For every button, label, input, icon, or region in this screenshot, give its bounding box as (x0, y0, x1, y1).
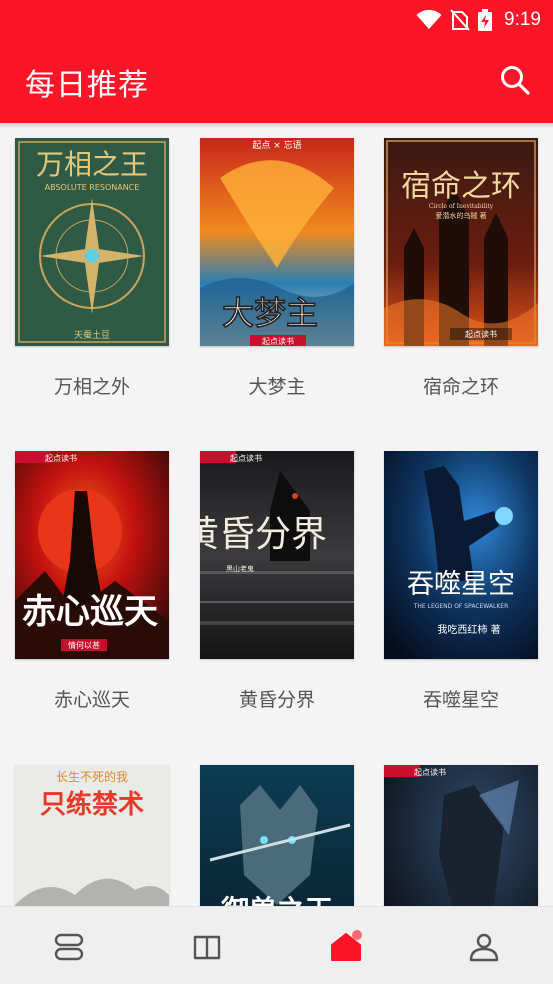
book-open-icon[interactable] (187, 927, 227, 967)
book-card[interactable]: 宿命之环 Circle of Inevitability 爱潜水的乌贼 著 起点… (384, 138, 538, 399)
book-cover[interactable]: 起点读书 赤心巡天 情何以甚 (15, 451, 169, 659)
status-time: 9:19 (504, 9, 541, 30)
recommend-home-icon[interactable] (326, 927, 366, 967)
book-card[interactable]: 起点读书 (384, 765, 538, 906)
cover-title-text: 大梦主 (222, 294, 318, 332)
status-bar: 9:19 (416, 8, 541, 32)
cover-subtitle-text: ABSOLUTE RESONANCE (45, 183, 140, 192)
battery-charging-icon (478, 9, 493, 31)
cover-top-text: 起点 × 忘语 (252, 139, 301, 151)
cover-subtitle-text: THE LEGEND OF SPACEWALKER (413, 603, 509, 610)
cover-badge-text: 起点读书 (230, 453, 262, 463)
book-card[interactable]: 万相之王 ABSOLUTE RESONANCE 天蚕土豆 万相之外 (15, 138, 169, 399)
cover-badge-text: 起点读书 (465, 329, 497, 339)
bookshelf-icon[interactable] (49, 927, 89, 967)
cover-title-text: 万相之王 (36, 148, 148, 181)
cover-badge-text: 起点读书 (45, 453, 77, 463)
book-cover[interactable]: 御兽之王 (200, 765, 354, 906)
book-title[interactable]: 宿命之环 (384, 372, 538, 399)
cover-author-text: 天蚕土豆 (74, 329, 110, 341)
cover-author-text: 我吃西红柿 著 (437, 623, 500, 636)
no-sim-icon (450, 9, 470, 31)
book-cover[interactable]: 起点 × 忘语 大梦主 起点读书 (200, 138, 354, 346)
book-cover[interactable]: 吞噬星空 THE LEGEND OF SPACEWALKER 我吃西红柿 著 (384, 451, 538, 659)
book-title[interactable]: 万相之外 (15, 372, 169, 399)
cover-subtitle-text: Circle of Inevitability (429, 203, 494, 210)
cover-title-text: 只练禁术 (40, 789, 144, 820)
bottom-navigation (0, 906, 553, 984)
cover-badge-text: 起点读书 (262, 336, 294, 346)
cover-title-text: 赤心巡天 (22, 592, 158, 632)
book-cover[interactable]: 长生不死的我 只练禁术 (15, 765, 169, 906)
book-card[interactable]: 起点读书 黄昏分界 黑山老鬼 黄昏分界 (200, 451, 354, 712)
page-title: 每日推荐 (25, 68, 149, 103)
cover-title-text: 宿命之环 (401, 169, 521, 204)
cover-author-text: 情何以甚 (68, 640, 100, 650)
book-card[interactable]: 长生不死的我 只练禁术 (15, 765, 169, 906)
book-cover[interactable]: 起点读书 黄昏分界 黑山老鬼 (200, 451, 354, 659)
cover-title-text: 吞噬星空 (407, 569, 515, 600)
profile-icon[interactable] (464, 927, 504, 967)
cover-author-text: 爱潜水的乌贼 著 (435, 211, 486, 220)
book-grid: 万相之王 ABSOLUTE RESONANCE 天蚕土豆 万相之外 起点 × 忘… (0, 123, 553, 906)
cover-badge-text: 起点读书 (414, 767, 446, 777)
search-icon[interactable] (499, 64, 531, 96)
book-title[interactable]: 大梦主 (200, 372, 354, 399)
book-title[interactable]: 吞噬星空 (384, 685, 538, 712)
wifi-icon (416, 10, 442, 29)
book-cover[interactable]: 起点读书 (384, 765, 538, 906)
cover-author-text: 黑山老鬼 (226, 564, 254, 573)
cover-top-text: 长生不死的我 (56, 769, 128, 784)
cover-title-text: 黄昏分界 (200, 514, 327, 555)
book-card[interactable]: 起点读书 赤心巡天 情何以甚 赤心巡天 (15, 451, 169, 712)
book-title[interactable]: 黄昏分界 (200, 685, 354, 712)
book-card[interactable]: 吞噬星空 THE LEGEND OF SPACEWALKER 我吃西红柿 著 吞… (384, 451, 538, 712)
book-title[interactable]: 赤心巡天 (15, 685, 169, 712)
book-card[interactable]: 御兽之王 (200, 765, 354, 906)
cover-title-text: 御兽之王 (220, 894, 333, 906)
book-cover[interactable]: 宿命之环 Circle of Inevitability 爱潜水的乌贼 著 起点… (384, 138, 538, 346)
book-card[interactable]: 起点 × 忘语 大梦主 起点读书 大梦主 (200, 138, 354, 399)
top-app-bar: 9:19 每日推荐 (0, 0, 553, 123)
book-cover[interactable]: 万相之王 ABSOLUTE RESONANCE 天蚕土豆 (15, 138, 169, 346)
